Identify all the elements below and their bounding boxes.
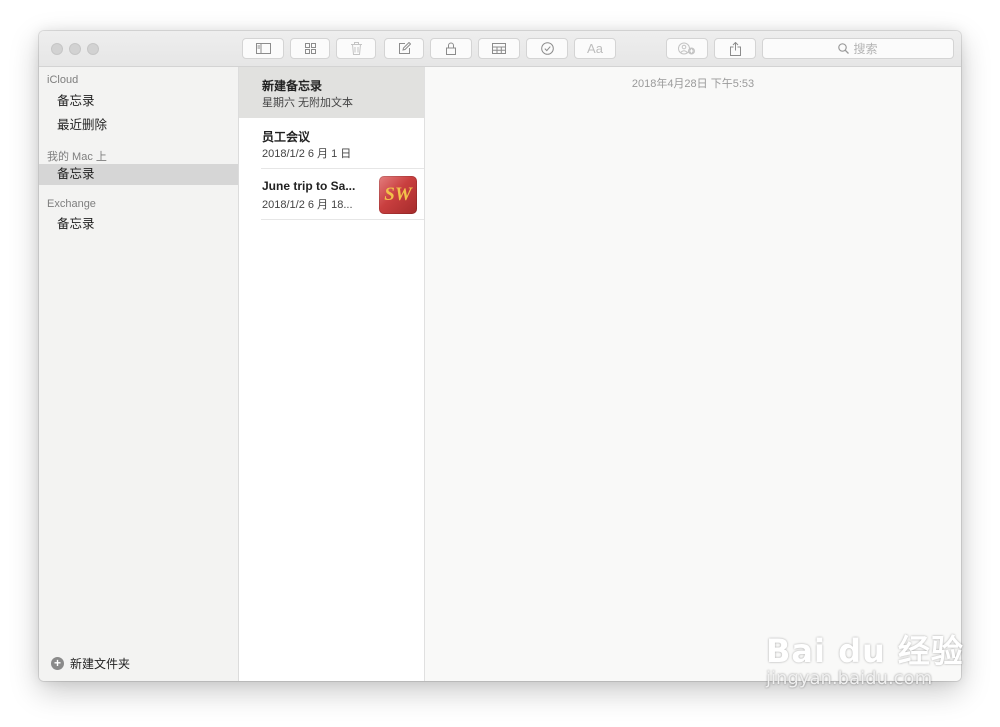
note-title: 员工会议 <box>262 130 311 144</box>
lock-icon <box>446 42 456 55</box>
divider <box>261 219 424 220</box>
note-title: 新建备忘录 <box>262 79 323 93</box>
checkmark-circle-icon <box>540 42 554 55</box>
sidebar-item-recently-deleted[interactable]: 最近删除 <box>39 115 238 136</box>
note-editor[interactable]: 2018年4月28日 下午5:53 <box>425 67 961 681</box>
toolbar: Aa 搜索 <box>39 31 961 67</box>
sidebar-toggle-button[interactable] <box>242 38 284 59</box>
watermark-brand: Bai du 经验 <box>766 632 964 670</box>
list-item[interactable]: June trip to Sa... 2018/1/2 6 月 18... SW <box>239 169 424 220</box>
baidu-watermark: Bai du 经验 jingyan.baidu.com <box>766 626 964 689</box>
new-folder-button[interactable]: + 新建文件夹 <box>51 655 130 672</box>
account-header-exchange: Exchange <box>47 198 96 210</box>
format-button[interactable]: Aa <box>574 38 616 59</box>
search-icon <box>838 43 850 54</box>
account-header-icloud: iCloud <box>47 74 79 86</box>
new-note-button[interactable] <box>384 38 424 59</box>
table-button[interactable] <box>478 38 520 59</box>
trash-icon <box>350 42 362 55</box>
lock-button[interactable] <box>430 38 472 59</box>
note-title: June trip to Sa... <box>262 179 356 193</box>
share-button[interactable] <box>714 38 756 59</box>
note-date: 2018年4月28日 下午5:53 <box>631 78 755 90</box>
zoom-window-button[interactable] <box>87 43 99 55</box>
notes-window: Aa 搜索 iCloud 备忘录 最近删除 我的 Mac 上 备忘录 Excha… <box>39 31 961 681</box>
sidebar-icon <box>255 43 271 54</box>
grid-icon <box>304 43 316 54</box>
list-item[interactable]: 新建备忘录 星期六 无附加文本 <box>239 67 424 118</box>
note-subtitle: 2018/1/2 6 月 18... <box>262 199 353 211</box>
folder-sidebar: iCloud 备忘录 最近删除 我的 Mac 上 备忘录 Exchange 备忘… <box>39 67 239 681</box>
sidebar-item-mac-notes[interactable]: 备忘录 <box>39 164 238 185</box>
watermark-url: jingyan.baidu.com <box>766 668 933 689</box>
checklist-button[interactable] <box>526 38 568 59</box>
share-icon <box>729 41 741 56</box>
new-folder-label: 新建文件夹 <box>70 657 131 671</box>
text-format-icon: Aa <box>587 41 603 56</box>
close-window-button[interactable] <box>51 43 63 55</box>
note-thumbnail: SW <box>379 176 417 214</box>
table-icon <box>492 43 506 54</box>
thumbnail-logo-text: SW <box>384 184 412 205</box>
delete-button[interactable] <box>336 38 376 59</box>
attachments-button[interactable] <box>290 38 330 59</box>
minimize-window-button[interactable] <box>69 43 81 55</box>
compose-icon <box>398 42 411 54</box>
sidebar-item-exchange-notes[interactable]: 备忘录 <box>39 214 238 235</box>
account-header-on-my-mac: 我的 Mac 上 <box>47 151 107 163</box>
search-field[interactable]: 搜索 <box>762 38 954 59</box>
sidebar-item-icloud-notes[interactable]: 备忘录 <box>39 91 238 112</box>
note-list: 新建备忘录 星期六 无附加文本 员工会议 2018/1/2 6 月 1 日 Ju… <box>239 67 425 681</box>
list-item[interactable]: 员工会议 2018/1/2 6 月 1 日 <box>239 118 424 169</box>
add-people-button[interactable] <box>666 38 708 59</box>
note-subtitle: 星期六 无附加文本 <box>262 97 354 109</box>
plus-circle-icon: + <box>51 657 64 670</box>
note-subtitle: 2018/1/2 6 月 1 日 <box>262 148 352 160</box>
add-people-icon <box>678 42 695 55</box>
search-placeholder: 搜索 <box>853 42 878 56</box>
